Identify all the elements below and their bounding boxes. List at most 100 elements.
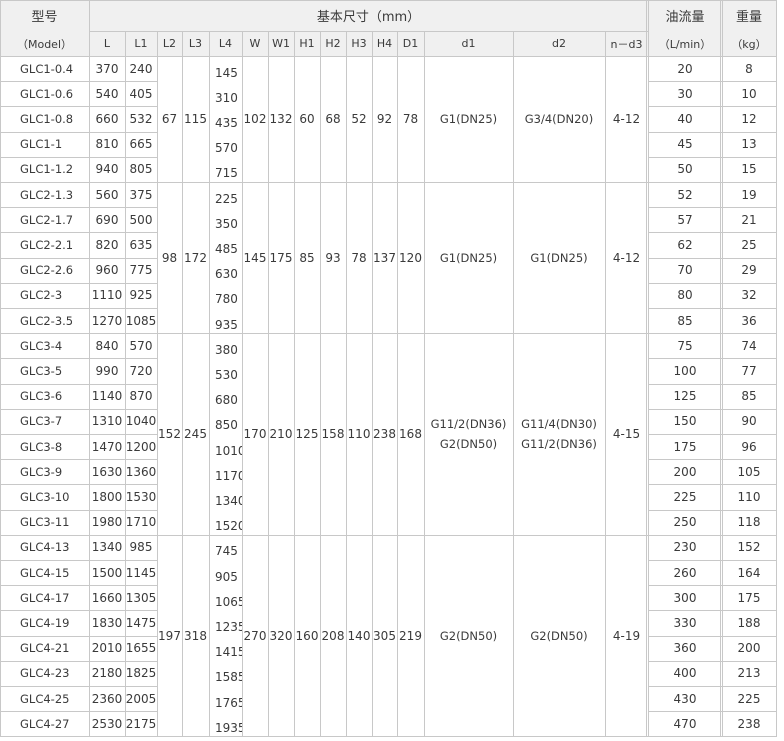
weight-cell: 32 [741,288,757,303]
l-cell: 1830 [91,615,123,630]
grid-line [648,686,776,687]
l-cell: 820 [95,237,119,252]
l3-cell: 318 [184,628,207,643]
grid-line [0,635,157,637]
weight-header: 重量 [722,0,776,31]
l1-cell: 775 [129,263,153,278]
grid-line [0,534,157,536]
model-cell: GLC4-15 [20,565,70,580]
l3-cell: 245 [184,426,207,441]
dim-col-header-13: d2 [513,31,605,56]
l4-cell: 935 [215,317,238,332]
dim-col-header-0: L [89,31,125,56]
grid-line [182,31,183,738]
grid-line [0,0,776,1]
dims-header: 基本尺寸（mm） [89,0,648,31]
l-cell: 840 [95,338,119,353]
weight-cell: 213 [737,666,761,681]
l4-cell: 715 [215,166,238,181]
grid-line [0,736,157,738]
w1-cell: 320 [269,628,293,643]
grid-line [648,358,776,360]
grid-line [0,156,157,158]
flow-cell: 80 [677,288,693,303]
l4-cell: 1935 [215,720,242,735]
weight-cell: 152 [737,540,761,555]
grid-line [648,383,776,385]
l1-cell: 2005 [125,691,157,706]
grid-line [648,736,776,738]
model-cell: GLC3-7 [20,414,63,429]
grid-line [648,131,776,133]
grid-line [648,308,776,309]
model-cell: GLC4-23 [20,666,70,681]
grid-line [0,131,157,133]
l2-cell: 197 [158,628,181,643]
grid-line [0,383,157,385]
flow-cell: 230 [673,540,697,555]
grid-line [648,408,776,410]
grid-line [646,0,647,738]
dim-col-header-12: d1 [424,31,513,56]
grid-line [648,509,776,511]
weight-cell: 12 [741,111,757,126]
l1-cell: 405 [129,86,153,101]
dim-col-header-4: L4 [209,31,242,56]
l4-cell: 1585 [215,670,242,685]
l-cell: 1630 [91,464,123,479]
weight-cell: 77 [741,363,757,378]
grid-line [0,459,157,461]
grid-line [648,635,776,637]
grid-line [294,31,295,738]
l3-cell: 172 [184,250,207,265]
grid-line [0,81,157,83]
h2-cell: 158 [321,426,345,441]
l4-cell: 485 [215,241,238,256]
grid-line [648,585,776,587]
model-cell: GLC1-0.6 [20,86,74,101]
flow-cell: 50 [677,162,693,177]
h2-cell: 93 [325,250,341,265]
model-cell: GLC1-1 [20,137,63,152]
model-cell: GLC1-1.2 [20,162,74,177]
w1-cell: 210 [269,426,293,441]
grid-line [0,358,157,360]
l4-cell: 380 [215,342,238,357]
w-cell: 102 [243,112,267,126]
model-cell: GLC3-8 [20,439,63,454]
h3-cell: 52 [351,112,367,126]
grid-line [0,0,1,738]
grid-line [648,0,649,738]
grid-line [722,0,723,738]
grid-line [648,106,776,108]
dim-col-header-10: H4 [372,31,397,56]
l2-cell: 98 [161,250,178,265]
l1-cell: 1475 [125,615,157,630]
flow-header: 油流量 [648,0,722,31]
d1-cell: 120 [399,250,422,265]
weight-cell: 8 [745,61,753,76]
nd3-cell: 4-12 [612,250,641,265]
weight-cell: 36 [741,313,757,328]
l-cell: 810 [95,137,119,152]
dim-col-header-1: L1 [125,31,157,56]
l1-cell: 570 [129,338,153,353]
flow-cell: 100 [673,363,697,378]
l1-cell: 1825 [125,666,157,681]
l-cell: 940 [95,162,119,177]
l4-cell: 310 [215,90,238,105]
w-cell: 270 [243,628,267,643]
l2-cell: 67 [161,112,178,126]
l4-group: 380 530 680 850 1010 1170 1340 1520 [209,333,242,535]
l4-cell: 1415 [215,645,242,660]
grid-line [0,56,776,57]
grid-line [648,182,776,183]
flow-cell: 400 [673,666,697,681]
flow-cell: 200 [673,464,697,479]
h1-cell: 160 [295,628,319,643]
grid-line [0,509,157,511]
l-cell: 1660 [91,590,123,605]
grid-line [242,31,243,738]
flow-cell: 250 [673,515,697,530]
grid-line [648,207,776,209]
